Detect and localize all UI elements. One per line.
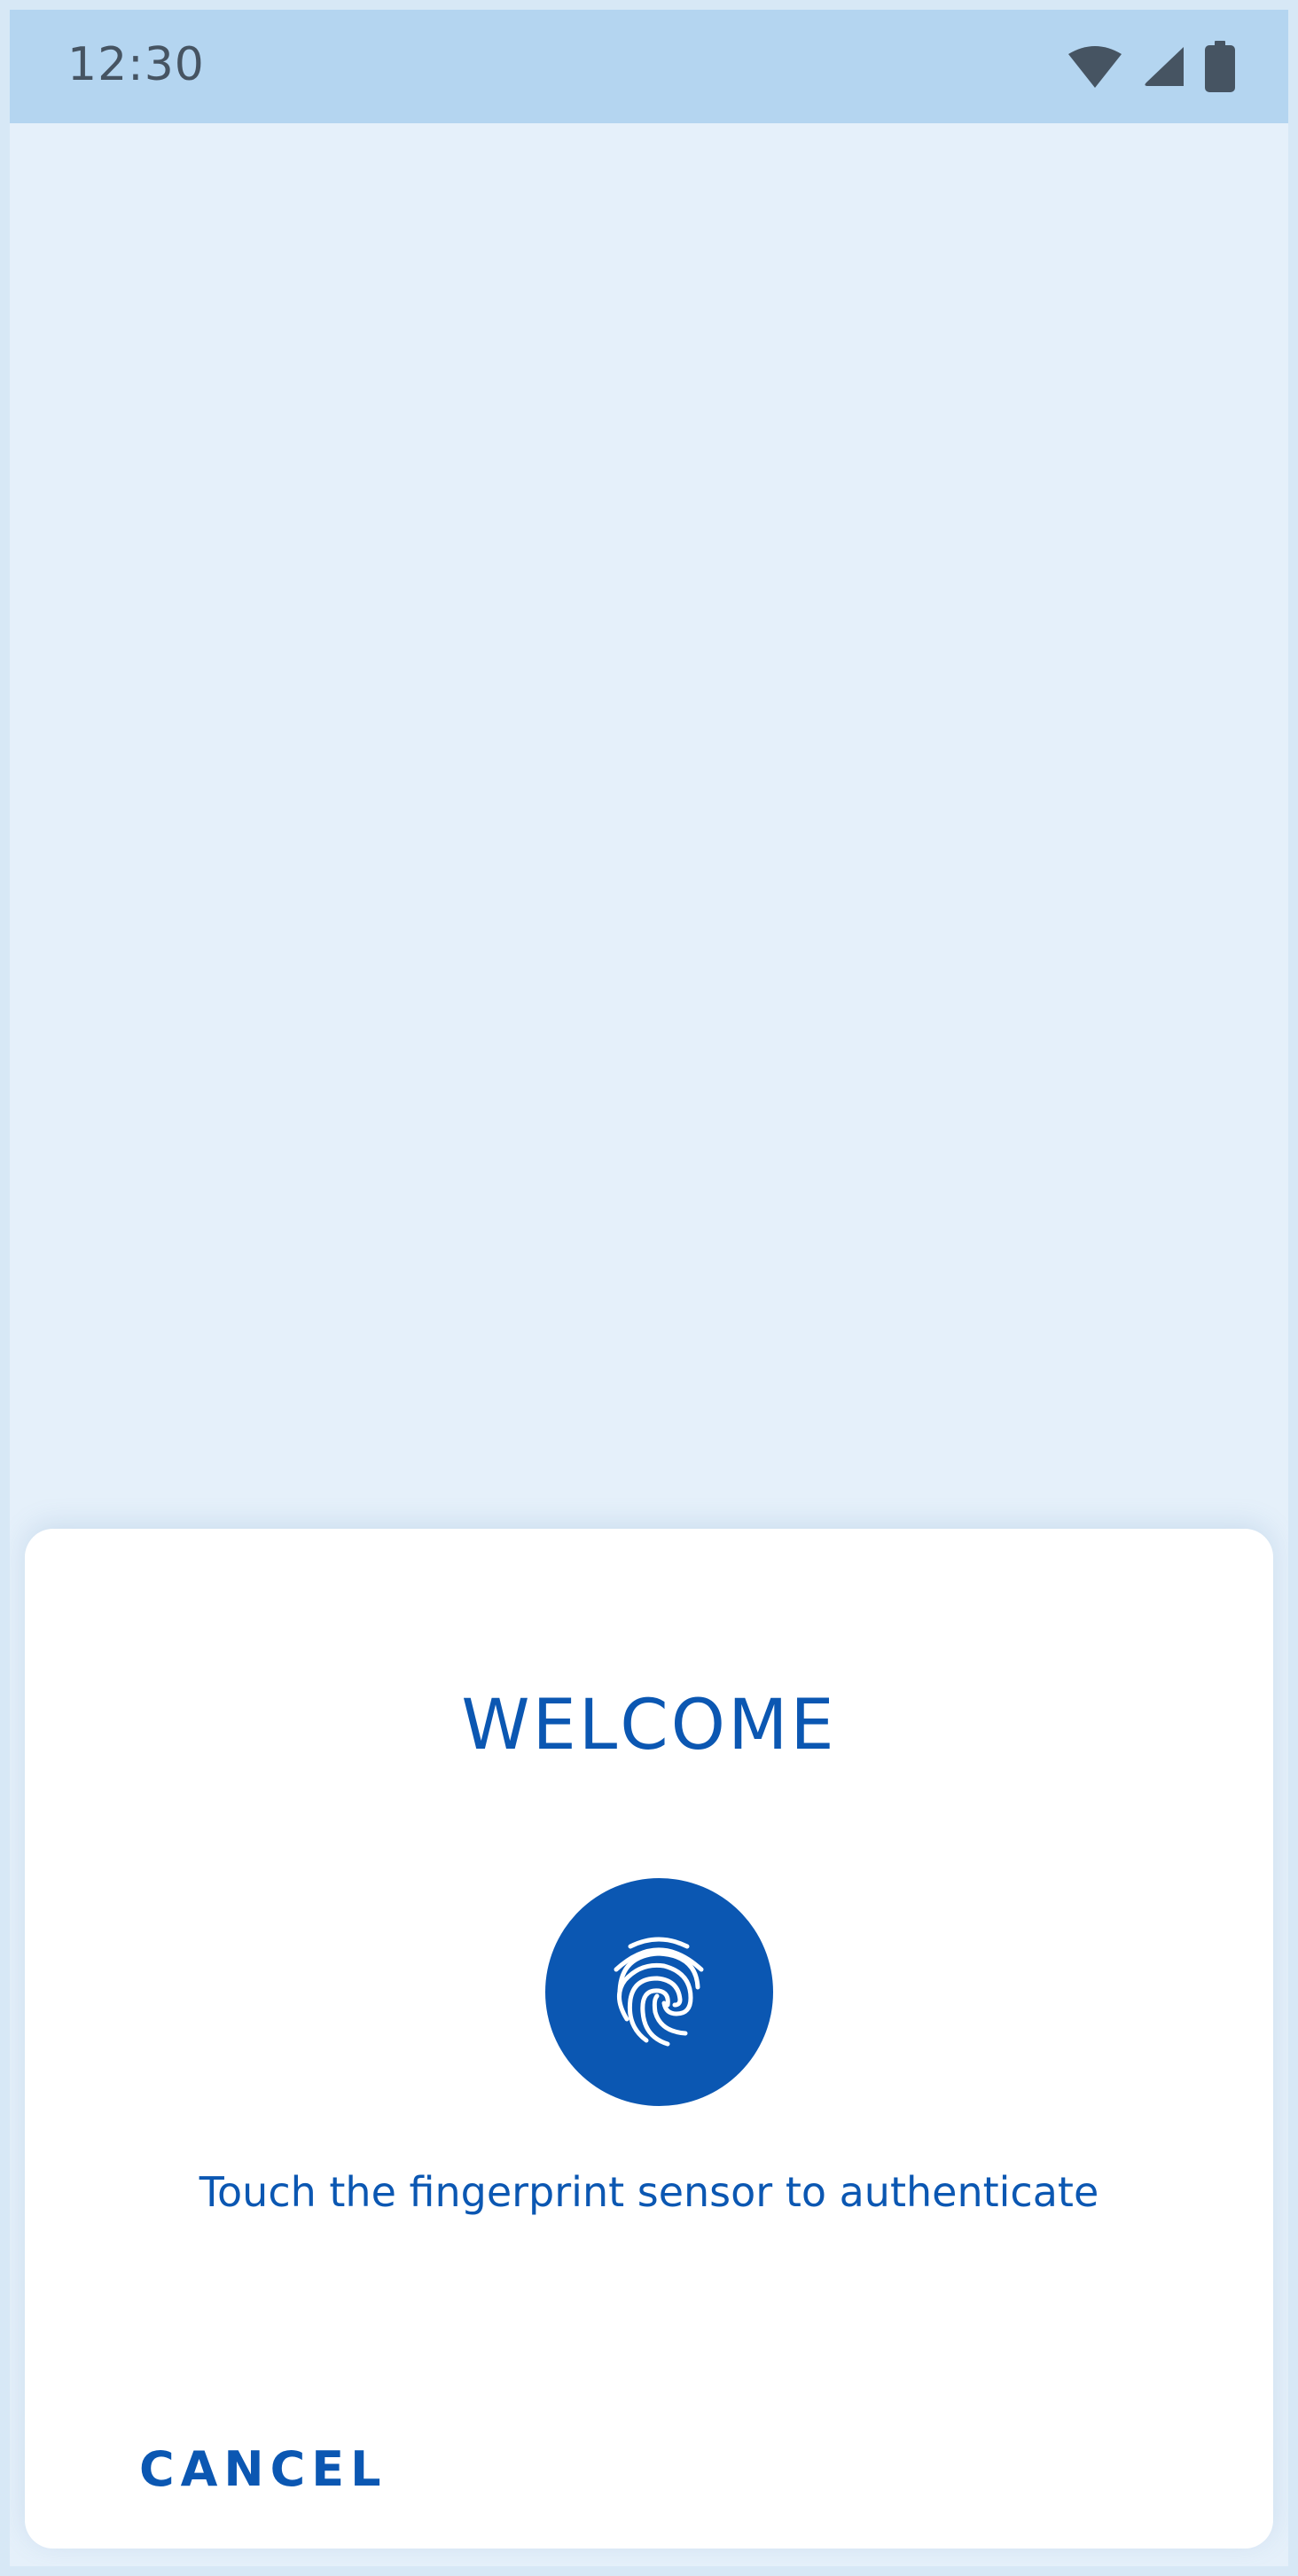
- status-bar: 12:30: [10, 10, 1288, 123]
- fingerprint-button[interactable]: [545, 1878, 773, 2106]
- dialog-title: WELCOME: [461, 1686, 837, 1766]
- status-time: 12:30: [67, 38, 205, 91]
- dialog-message: Touch the fingerprint sensor to authenti…: [199, 2168, 1099, 2216]
- status-icons: [1047, 40, 1235, 97]
- cellular-signal-icon: [1143, 45, 1185, 92]
- phone-screen: 12:30 WELCOME Touch the fingerprint sens…: [10, 10, 1288, 2566]
- battery-icon: [1205, 40, 1235, 97]
- fingerprint-icon: [614, 1937, 704, 2047]
- cancel-button[interactable]: CANCEL: [129, 2431, 398, 2509]
- fingerprint-dialog: WELCOME Touch the fingerprint sensor to …: [25, 1529, 1273, 2549]
- wifi-icon: [1067, 45, 1123, 92]
